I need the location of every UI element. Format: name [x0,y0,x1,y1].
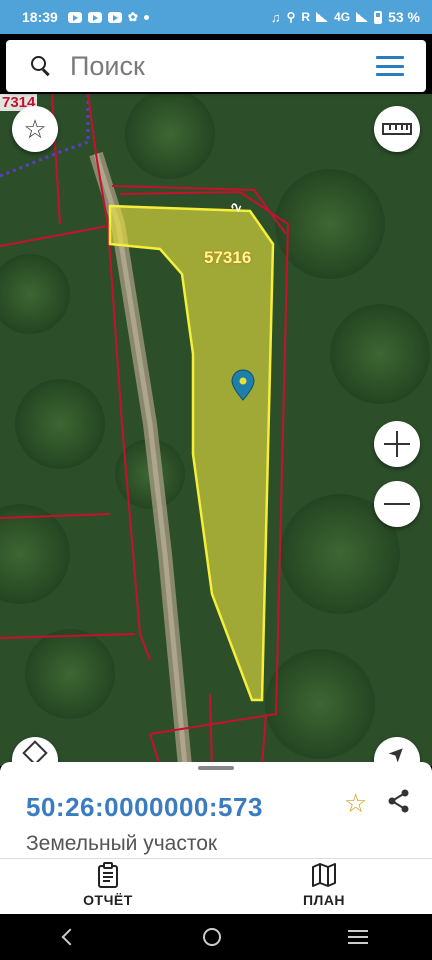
status-bar: 18:39 ✿ ♫ ⚲ R 4G 53 % [0,0,432,34]
satellite-map: 2 [0,94,432,766]
youtube-icon [87,11,102,23]
tab-report-label: ОТЧЁТ [83,892,133,908]
sheet-drag-handle[interactable] [198,766,234,770]
signal-icon [316,12,329,22]
home-icon[interactable] [202,928,221,946]
measure-button[interactable] [374,106,420,152]
info-sheet[interactable]: 50:26:0000000:573 ☆ Земельный участок ОТ… [0,762,432,914]
battery-level: 53 % [388,9,420,25]
share-icon[interactable] [386,788,412,814]
cadastral-number: 50:26:0000000:573 [26,792,263,822]
system-nav-bar [0,914,432,960]
object-type: Земельный участок [26,832,218,855]
menu-icon[interactable] [376,56,404,76]
tab-report[interactable]: ОТЧЁТ [38,862,178,912]
favorite-button[interactable]: ☆ [12,106,58,152]
carrier-label: R [301,10,311,24]
network-label: 4G [334,10,351,24]
search-icon[interactable] [30,55,52,77]
plot-number-label: 57316 [204,248,252,267]
location-icon: ⚲ [286,10,296,24]
clipboard-icon [98,862,118,888]
signal-icon [356,12,369,22]
tab-plan[interactable]: ПЛАН [254,862,394,912]
app-icon: ✿ [127,10,138,24]
map-view[interactable]: 2 ☆ ➤ [0,94,432,766]
battery-icon [374,10,383,24]
more-notifications-icon [143,14,149,20]
star-icon[interactable]: ☆ [344,790,367,816]
map-icon [312,863,336,887]
search-input[interactable] [70,50,350,82]
status-time: 18:39 [22,9,58,25]
back-icon[interactable] [61,928,79,946]
tab-plan-label: ПЛАН [302,892,346,908]
ruler-icon [382,123,412,135]
zoom-out-button[interactable] [374,481,420,527]
divider [0,858,432,859]
search-bar[interactable] [6,40,426,92]
star-icon: ☆ [23,114,47,144]
plus-icon [384,431,410,457]
notification-icons: ✿ [67,10,149,24]
minus-icon [384,491,410,517]
youtube-icon [67,11,82,23]
zoom-in-button[interactable] [374,421,420,467]
recent-apps-icon[interactable] [348,930,369,944]
status-indicators: ♫ ⚲ R 4G 53 % [271,9,420,25]
headphones-icon: ♫ [270,9,281,25]
youtube-icon [107,11,122,23]
